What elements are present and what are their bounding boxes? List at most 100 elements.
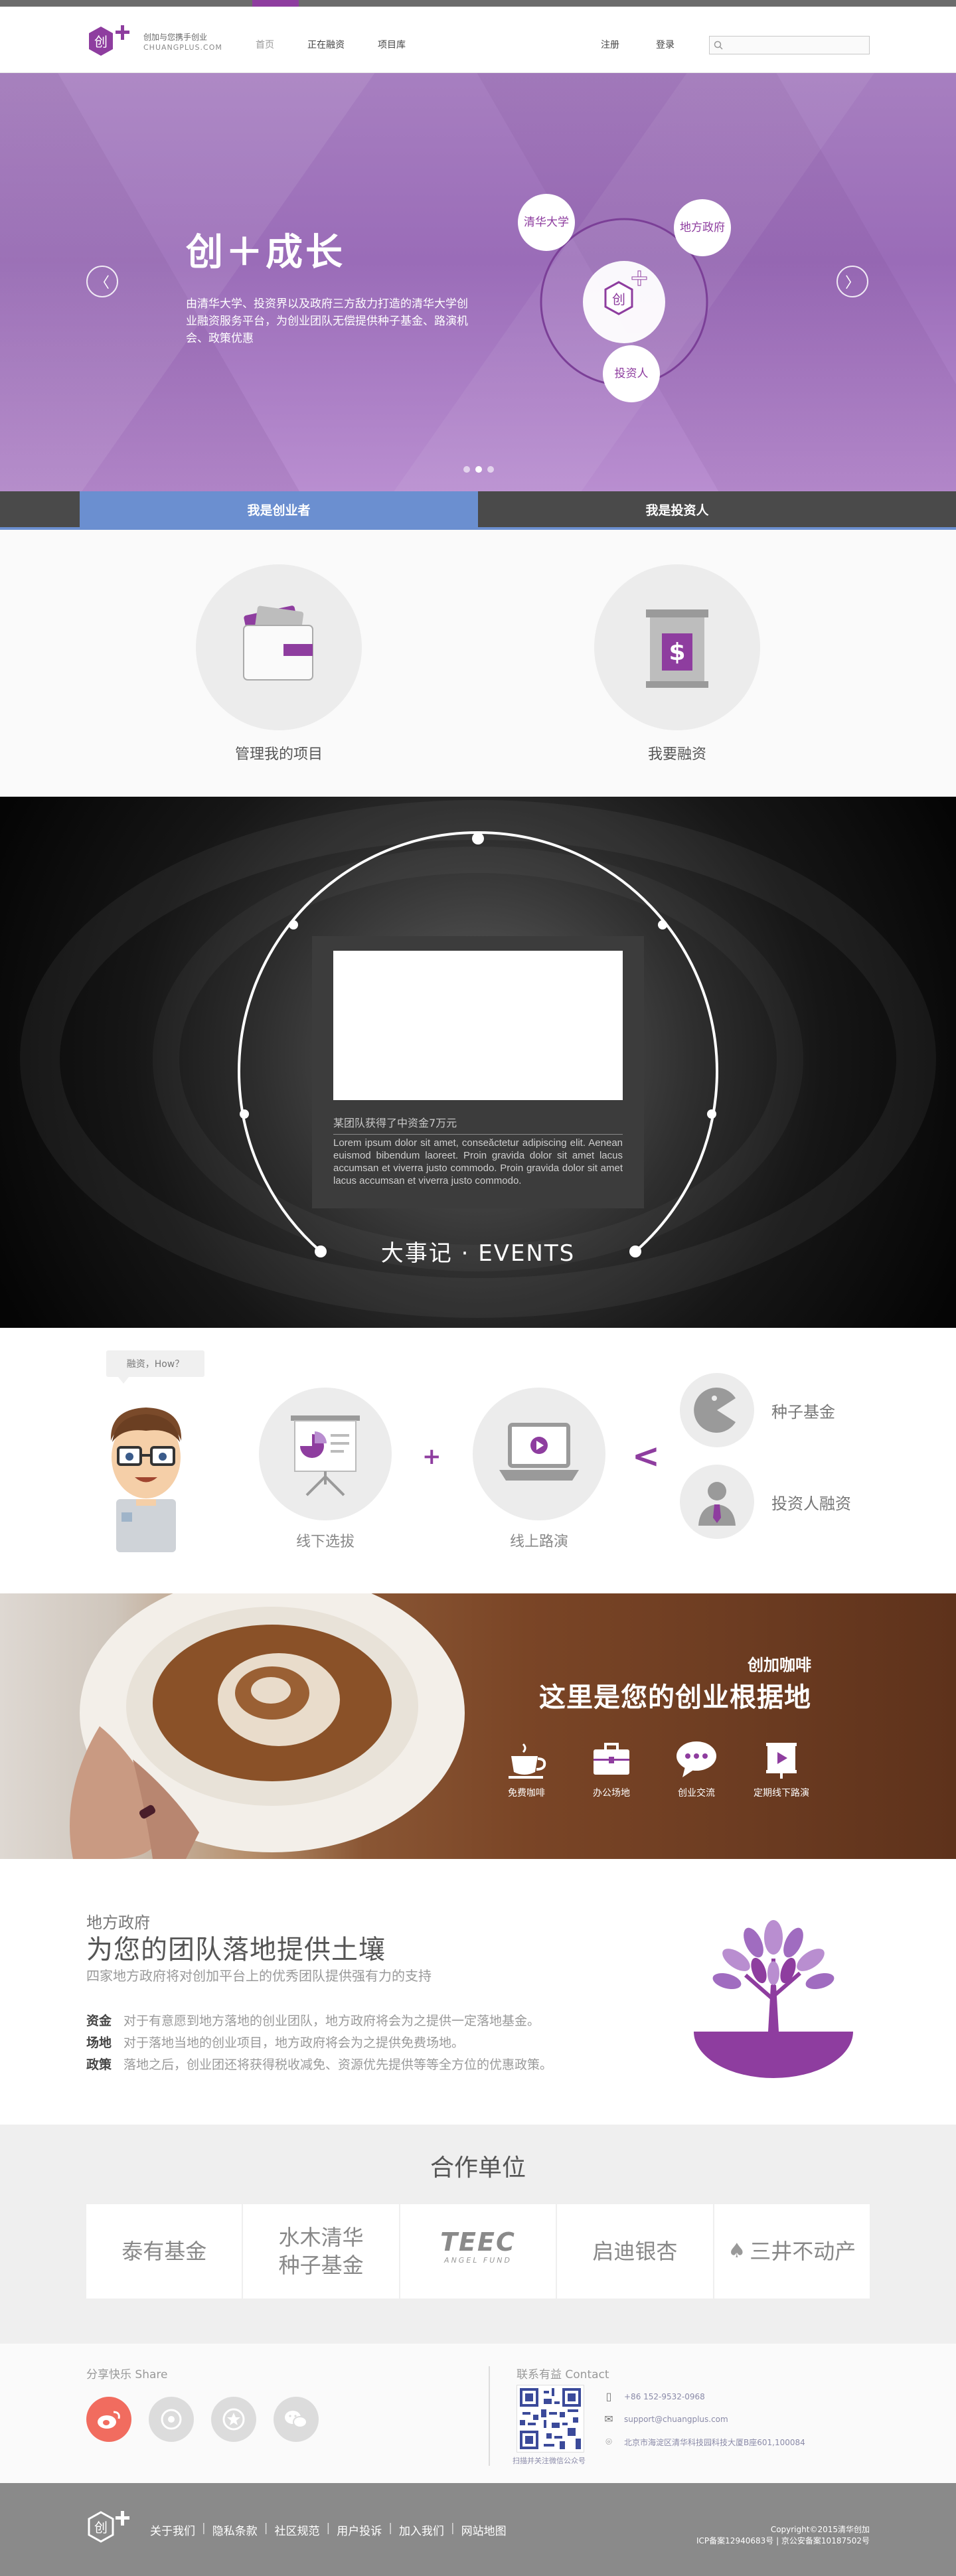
laptop-icon [499,1423,579,1481]
partner-taiyou[interactable]: 泰有基金 [86,2204,244,2298]
nav-home[interactable]: 首页 [256,38,274,51]
gov-benefits: 资金 对于有意愿到地方落地的创业团队，地方政府将会为之提供一定落地基金。 场地 对于… [86,2010,552,2076]
coffee-cup-icon [509,1743,546,1779]
footer-logo-icon[interactable]: 创 [86,2510,139,2547]
bubble-investor: 投资人 [603,345,660,402]
search-input[interactable] [727,40,869,50]
perk-label: 办公场地 [593,1788,630,1799]
seed-fund-label: 种子基金 [771,1402,835,1421]
partner-teec[interactable]: TEEC ANGEL FUND [400,2204,558,2298]
event-image [333,951,623,1100]
logo-text: 创加与您携手创业 CHUANGPLUS.COM [143,33,222,52]
founder-features: 管理我的项目 $ 我要融资 [0,530,956,797]
benefit-value: 对于落地当地的创业项目，地方政府将会为之提供免费场地。 [123,2036,465,2050]
footer-link-about[interactable]: 关于我们 [150,2522,195,2538]
events-section: 某团队获得了中资金7万元 Lorem ipsum dolor sit amet,… [0,797,956,1328]
offline-selection-step[interactable]: 线下选拔 [259,1388,392,1551]
step-circle [259,1388,392,1520]
copyright-text: Copyright©2015清华创加 [770,2525,870,2534]
site-footer: 创 关于我们 | 隐私条款 | 社区规范 | 用户投诉 | 加入我们 | 网站地图 Cop… [0,2483,956,2576]
bubble-tsinghua: 清华大学 [518,194,575,251]
wechat-share-button[interactable] [274,2397,319,2442]
hero-dot[interactable] [487,466,494,473]
option-circle [680,1465,754,1539]
icp-text: ICP备案12940683号 | 京公安备案10187502号 [696,2536,870,2545]
nav-financing[interactable]: 正在融资 [307,38,345,51]
hero-next-button[interactable]: 〉 [836,266,868,297]
hero-dot-active[interactable] [475,466,482,473]
nav-projects[interactable]: 项目库 [378,38,406,51]
separator: | [202,2522,206,2535]
hero-pagination [463,466,494,473]
perk-roadshow: 定期线下路演 [745,1733,818,1799]
hero-dot[interactable] [463,466,470,473]
perk-label: 免费咖啡 [508,1788,545,1799]
wallet-icon [243,605,313,681]
partner-shuimu[interactable]: 水木清华 种子基金 [243,2204,400,2298]
email-address[interactable]: support@chuangplus.com [624,2415,728,2424]
chat-bubble-icon [677,1741,716,1777]
partner-mitsui-label: 三井不动产 [750,2239,856,2264]
teec-logo-text: TEEC [440,2227,516,2257]
footer-link-complaints[interactable]: 用户投诉 [337,2522,382,2538]
hero-banner: 〈 创＋成长 由清华大学、投资界以及政府三方敌力打造的清华大学创业融资服务平台，… [0,73,956,491]
gov-subtitle: 四家地方政府将对创加平台上的优秀团队提供强有力的支持 [86,1968,432,1984]
chevron-left-icon: 〈 [94,275,110,291]
chevron-right-icon: 〉 [844,275,860,291]
register-link[interactable]: 注册 [601,38,619,51]
gov-section: 地方政府 为您的团队落地提供土壤 四家地方政府将对创加平台上的优秀团队提供强有力… [0,1859,956,2125]
perk-office-space: 办公场地 [575,1733,648,1799]
plus-icon: + [422,1443,441,1470]
perk-label: 定期线下路演 [754,1788,809,1799]
investor-fund-label: 投资人融资 [771,1494,851,1513]
qr-code-icon [517,2385,584,2452]
gov-benefit-row: 资金 对于有意愿到地方落地的创业团队，地方政府将会为之提供一定落地基金。 [86,2010,552,2032]
raise-funds-label: 我要融资 [647,746,706,763]
raise-funds-card[interactable]: $ 我要融资 [591,564,763,764]
tab-investor[interactable]: 我是投资人 [478,491,876,527]
online-roadshow-step[interactable]: 线上路演 [473,1388,605,1551]
partner-mitsui[interactable]: ♠ 三井不动产 [714,2204,870,2298]
money-banner-icon: $ [646,609,708,688]
how-section: 融资，How？ 线下选拔 + 线上路演 < 种子基金 投资人融资 [0,1328,956,1593]
mitsui-logo-icon: ♠ [728,2239,746,2263]
benefit-value: 落地之后，创业团还将获得税收减免、资源优先提供等等全方位的优惠政策。 [123,2057,553,2072]
investor-fund-option[interactable]: 投资人融资 [680,1465,851,1539]
douban-share-button[interactable] [149,2397,194,2442]
wechat-icon [285,2411,307,2428]
partner-tusholdings[interactable]: 启迪银杏 [557,2204,714,2298]
manage-projects-card[interactable]: 管理我的项目 [193,564,365,764]
login-link[interactable]: 登录 [656,38,675,51]
star-share-button[interactable] [211,2397,256,2442]
bubble-local-gov: 地方政府 [674,199,731,256]
offline-selection-label: 线下选拔 [295,1534,355,1550]
footer-link-community[interactable]: 社区规范 [274,2522,319,2538]
coffee-cup-photo [70,1593,465,1859]
video-screen-icon [766,1743,797,1779]
footer-link-join[interactable]: 加入我们 [399,2522,444,2538]
share-label: 分享快乐 Share [86,2368,168,2381]
hero-diagram: 创 清华大学 地方政府 投资人 [511,186,750,412]
top-strip [0,0,956,7]
tab-founder[interactable]: 我是创业者 [80,491,478,527]
event-card[interactable]: 某团队获得了中资金7万元 Lorem ipsum dolor sit amet,… [312,936,644,1208]
gov-title: 为您的团队落地提供土壤 [86,1935,386,1965]
presentation-board-icon [291,1415,360,1496]
footer-link-sitemap[interactable]: 网站地图 [461,2522,507,2538]
qr-code [517,2385,584,2453]
footer-links: 关于我们 | 隐私条款 | 社区规范 | 用户投诉 | 加入我们 | 网站地图 [150,2522,507,2538]
weibo-share-button[interactable] [86,2397,131,2442]
benefit-value: 对于有意愿到地方落地的创业团队，地方政府将会为之提供一定落地基金。 [123,2014,540,2028]
hero-title: 创＋成长 [186,231,345,274]
seed-fund-option[interactable]: 种子基金 [680,1373,835,1447]
hero-prev-button[interactable]: 〈 [86,266,118,297]
option-circle [680,1373,754,1447]
gov-benefit-row: 场地 对于落地当地的创业项目，地方政府将会为之提供免费场地。 [86,2032,552,2054]
search-icon[interactable] [714,40,723,50]
logo[interactable]: 创 创加与您携手创业 CHUANGPLUS.COM [86,24,222,61]
logo-domain: CHUANGPLUS.COM [143,43,222,52]
phone-icon: ▯ [605,2390,612,2403]
footer-link-privacy[interactable]: 隐私条款 [212,2522,258,2538]
online-roadshow-label: 线上路演 [509,1534,568,1550]
mail-icon: ✉ [604,2413,613,2425]
